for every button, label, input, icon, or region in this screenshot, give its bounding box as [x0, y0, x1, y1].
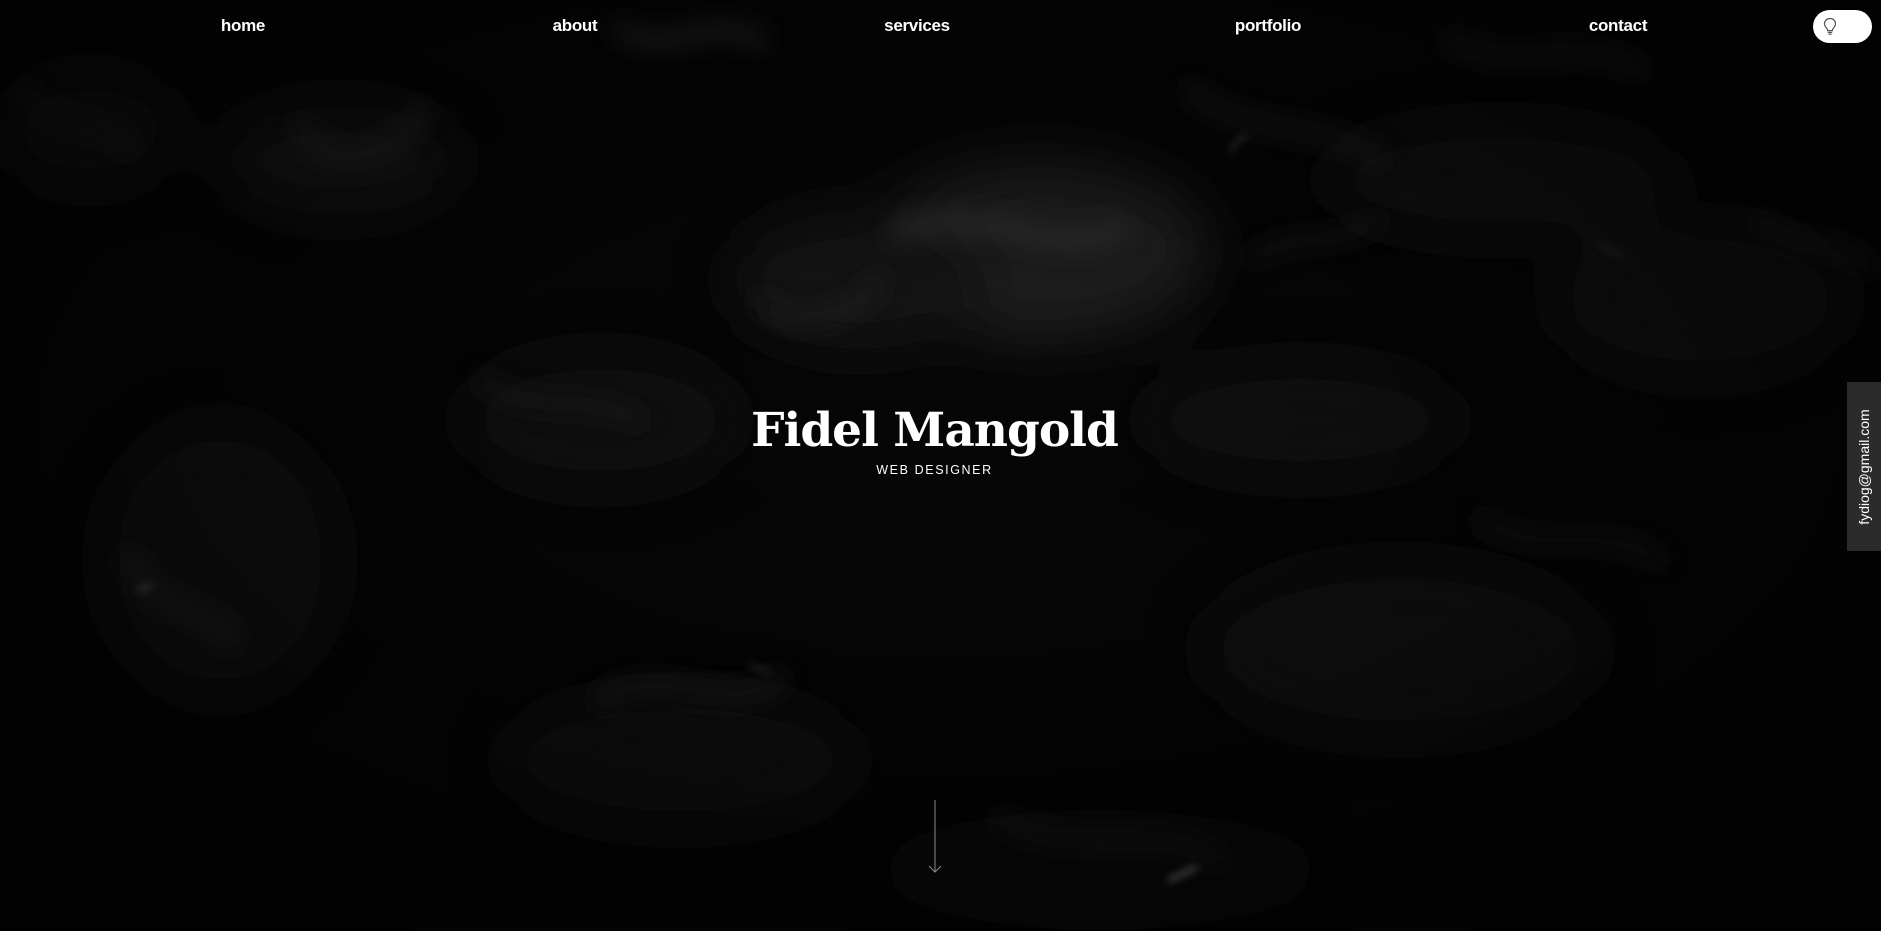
- nav-link-home[interactable]: home: [221, 16, 265, 36]
- nav-link-portfolio[interactable]: portfolio: [1235, 16, 1302, 36]
- arrow-down-icon[interactable]: [927, 800, 943, 875]
- hero-role: WEB DESIGNER: [876, 462, 993, 477]
- theme-toggle-button[interactable]: [1813, 10, 1872, 43]
- hero-section: Fidel Mangold WEB DESIGNER: [0, 405, 1869, 477]
- lightbulb-icon: [1823, 17, 1837, 35]
- nav-link-about[interactable]: about: [553, 16, 598, 36]
- nav-link-contact[interactable]: contact: [1589, 16, 1648, 36]
- main-nav: home about services portfolio contact: [0, 0, 1881, 56]
- email-side-tab[interactable]: fydiog@gmail.com: [1847, 382, 1881, 551]
- hero-page: home about services portfolio contact Fi…: [0, 0, 1881, 931]
- hero-name: Fidel Mangold: [751, 403, 1119, 458]
- email-link[interactable]: fydiog@gmail.com: [1856, 409, 1872, 524]
- nav-link-services[interactable]: services: [884, 16, 950, 36]
